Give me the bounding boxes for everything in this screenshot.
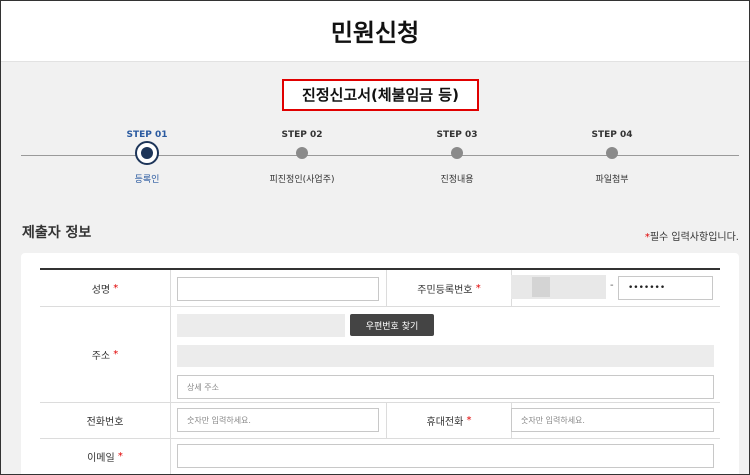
step-number: STEP 04: [591, 130, 633, 140]
rrn-label: 주민등록번호 *: [386, 270, 512, 306]
step-progress-line: [21, 155, 739, 156]
mobile-label: 휴대전화 *: [386, 402, 512, 438]
step-active-dot-icon: [135, 141, 159, 165]
row-email: 이메일 *: [40, 438, 720, 474]
step-number: STEP 03: [436, 130, 478, 140]
name-input[interactable]: [177, 277, 379, 301]
required-note-text: 필수 입력사항입니다.: [649, 232, 739, 243]
rrn-front-redaction: [532, 277, 550, 297]
step-number: STEP 02: [281, 130, 323, 140]
postcode-field[interactable]: [177, 314, 345, 337]
page-frame: 민원신청 진정신고서(체불임금 등) STEP 01 등록인 STEP 02 피…: [0, 0, 750, 475]
step-dot-icon: [451, 147, 463, 159]
address-label: 주소 *: [40, 306, 171, 402]
postcode-search-button[interactable]: 우편번호 찾기: [350, 314, 434, 336]
step-dot-icon: [296, 147, 308, 159]
row-phone: 전화번호 숫자만 입력하세요. 휴대전화 * 숫자만 입력하세요.: [40, 402, 720, 439]
phone-input[interactable]: 숫자만 입력하세요.: [177, 408, 379, 432]
email-label: 이메일 *: [40, 438, 171, 474]
email-input[interactable]: [177, 444, 714, 468]
row-name-rrn: 성명 * 주민등록번호 * - •••••••: [40, 270, 720, 307]
mobile-input[interactable]: 숫자만 입력하세요.: [511, 408, 714, 432]
address-detail-input[interactable]: 상세 주소: [177, 375, 714, 399]
submitter-form-table: 성명 * 주민등록번호 * - ••••••• 주소 * 우편번호 찾기 상세 …: [40, 268, 720, 474]
rrn-front-input[interactable]: [511, 275, 606, 299]
name-label: 성명 *: [40, 270, 171, 306]
required-note: *필수 입력사항입니다.: [645, 228, 739, 243]
rrn-back-input[interactable]: •••••••: [618, 276, 713, 300]
submitter-info-panel: 성명 * 주민등록번호 * - ••••••• 주소 * 우편번호 찾기 상세 …: [21, 253, 739, 474]
page-header: 민원신청: [1, 1, 749, 62]
phone-label: 전화번호: [40, 402, 171, 438]
rrn-separator: -: [610, 280, 614, 291]
step-name: 등록인: [134, 175, 160, 185]
form-title: 진정신고서(체불임금 등): [282, 79, 479, 111]
step-name: 파일첨부: [595, 175, 629, 185]
step-name: 진정내용: [440, 175, 474, 185]
step-dot-icon: [606, 147, 618, 159]
base-address-field[interactable]: [177, 345, 714, 367]
page-title: 민원신청: [330, 19, 420, 47]
step-number: STEP 01: [126, 130, 168, 140]
section-title: 제출자 정보: [22, 225, 92, 241]
step-name: 피진정인(사업주): [269, 175, 335, 185]
row-address: 주소 * 우편번호 찾기 상세 주소: [40, 306, 720, 403]
